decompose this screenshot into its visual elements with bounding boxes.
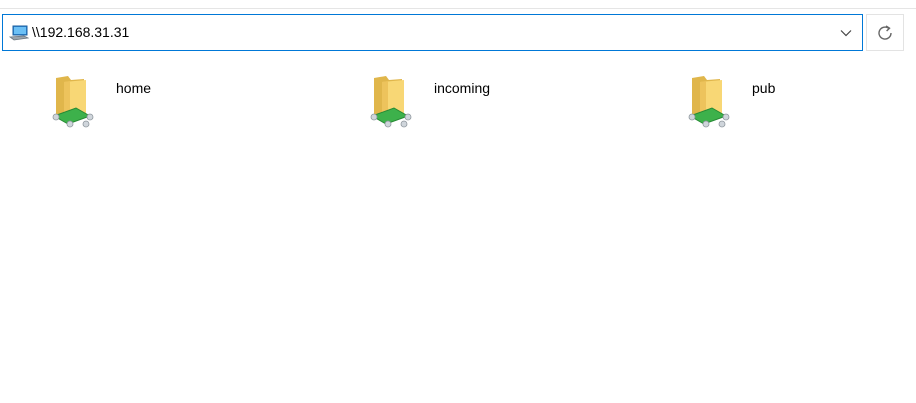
address-dropdown-button[interactable]	[830, 15, 862, 50]
network-computer-icon	[9, 25, 29, 41]
address-path[interactable]: \\192.168.31.31	[32, 15, 129, 50]
share-item-label: home	[116, 80, 152, 96]
network-share-folder-icon	[370, 76, 412, 128]
chevron-down-icon	[840, 29, 852, 36]
share-item-label: pub	[752, 80, 776, 96]
refresh-icon	[878, 24, 892, 40]
share-item-label: incoming	[434, 80, 491, 96]
network-share-folder-icon	[52, 76, 94, 128]
share-item-home[interactable]: home	[50, 68, 310, 132]
network-share-folder-icon	[688, 76, 730, 128]
toolbar-divider	[0, 8, 916, 9]
refresh-button[interactable]	[866, 14, 904, 51]
address-bar[interactable]: \\192.168.31.31	[2, 14, 863, 51]
share-item-pub[interactable]: pub	[686, 68, 916, 132]
share-item-incoming[interactable]: incoming	[368, 68, 628, 132]
